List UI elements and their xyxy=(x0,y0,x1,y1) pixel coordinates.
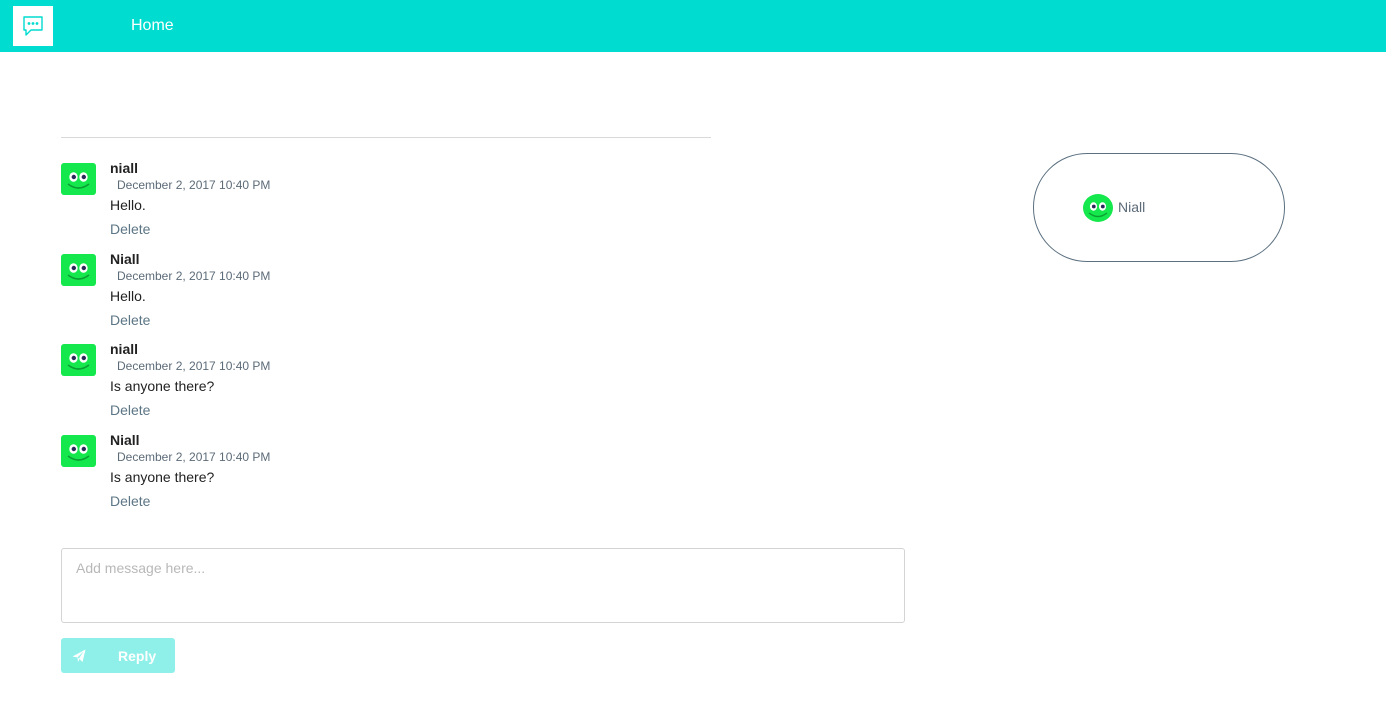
message-author: niall xyxy=(110,160,139,176)
chat-bubble-icon xyxy=(23,16,43,36)
smiley-avatar-icon xyxy=(61,434,96,467)
top-navbar: Home xyxy=(0,0,1386,52)
message-text: Is anyone there? xyxy=(110,378,215,394)
delete-message-link[interactable]: Delete xyxy=(110,312,150,328)
message-input[interactable] xyxy=(62,549,904,622)
message-timestamp: December 2, 2017 10:40 PM xyxy=(117,268,271,283)
online-user-name[interactable]: Niall xyxy=(1118,199,1145,215)
message-author: Niall xyxy=(110,431,140,448)
message-text: Is anyone there? xyxy=(110,468,215,485)
paper-plane-icon xyxy=(72,649,86,662)
reply-button-label: Reply xyxy=(118,648,157,664)
message-timestamp: December 2, 2017 10:40 PM xyxy=(117,359,271,373)
delete-message-link[interactable]: Delete xyxy=(110,221,150,237)
smiley-avatar-icon xyxy=(1083,194,1113,222)
message-item: Niall December 2, 2017 10:40 PM Hello. D… xyxy=(61,250,711,341)
message-author: Niall xyxy=(110,250,140,267)
message-item: niall December 2, 2017 10:40 PM Is anyon… xyxy=(61,340,711,431)
message-item: niall December 2, 2017 10:40 PM Hello. D… xyxy=(61,159,711,250)
smiley-avatar-icon xyxy=(61,344,96,376)
reply-button[interactable]: Reply xyxy=(61,638,175,673)
message-input-container xyxy=(61,548,905,623)
message-item: Niall December 2, 2017 10:40 PM Is anyon… xyxy=(61,431,711,522)
smiley-avatar-icon xyxy=(61,163,96,195)
message-author: niall xyxy=(110,341,139,357)
online-users-panel: Niall xyxy=(1033,153,1285,262)
message-list: niall December 2, 2017 10:40 PM Hello. D… xyxy=(61,159,711,521)
message-timestamp: December 2, 2017 10:40 PM xyxy=(117,178,271,192)
message-text: Hello. xyxy=(110,197,146,213)
message-timestamp: December 2, 2017 10:40 PM xyxy=(117,449,271,464)
delete-message-link[interactable]: Delete xyxy=(110,493,150,509)
app-logo[interactable] xyxy=(13,6,53,46)
message-text: Hello. xyxy=(110,287,146,304)
delete-message-link[interactable]: Delete xyxy=(110,402,150,418)
nav-home-link[interactable]: Home xyxy=(131,16,174,36)
smiley-avatar-icon xyxy=(61,253,96,286)
content-divider xyxy=(61,137,711,138)
